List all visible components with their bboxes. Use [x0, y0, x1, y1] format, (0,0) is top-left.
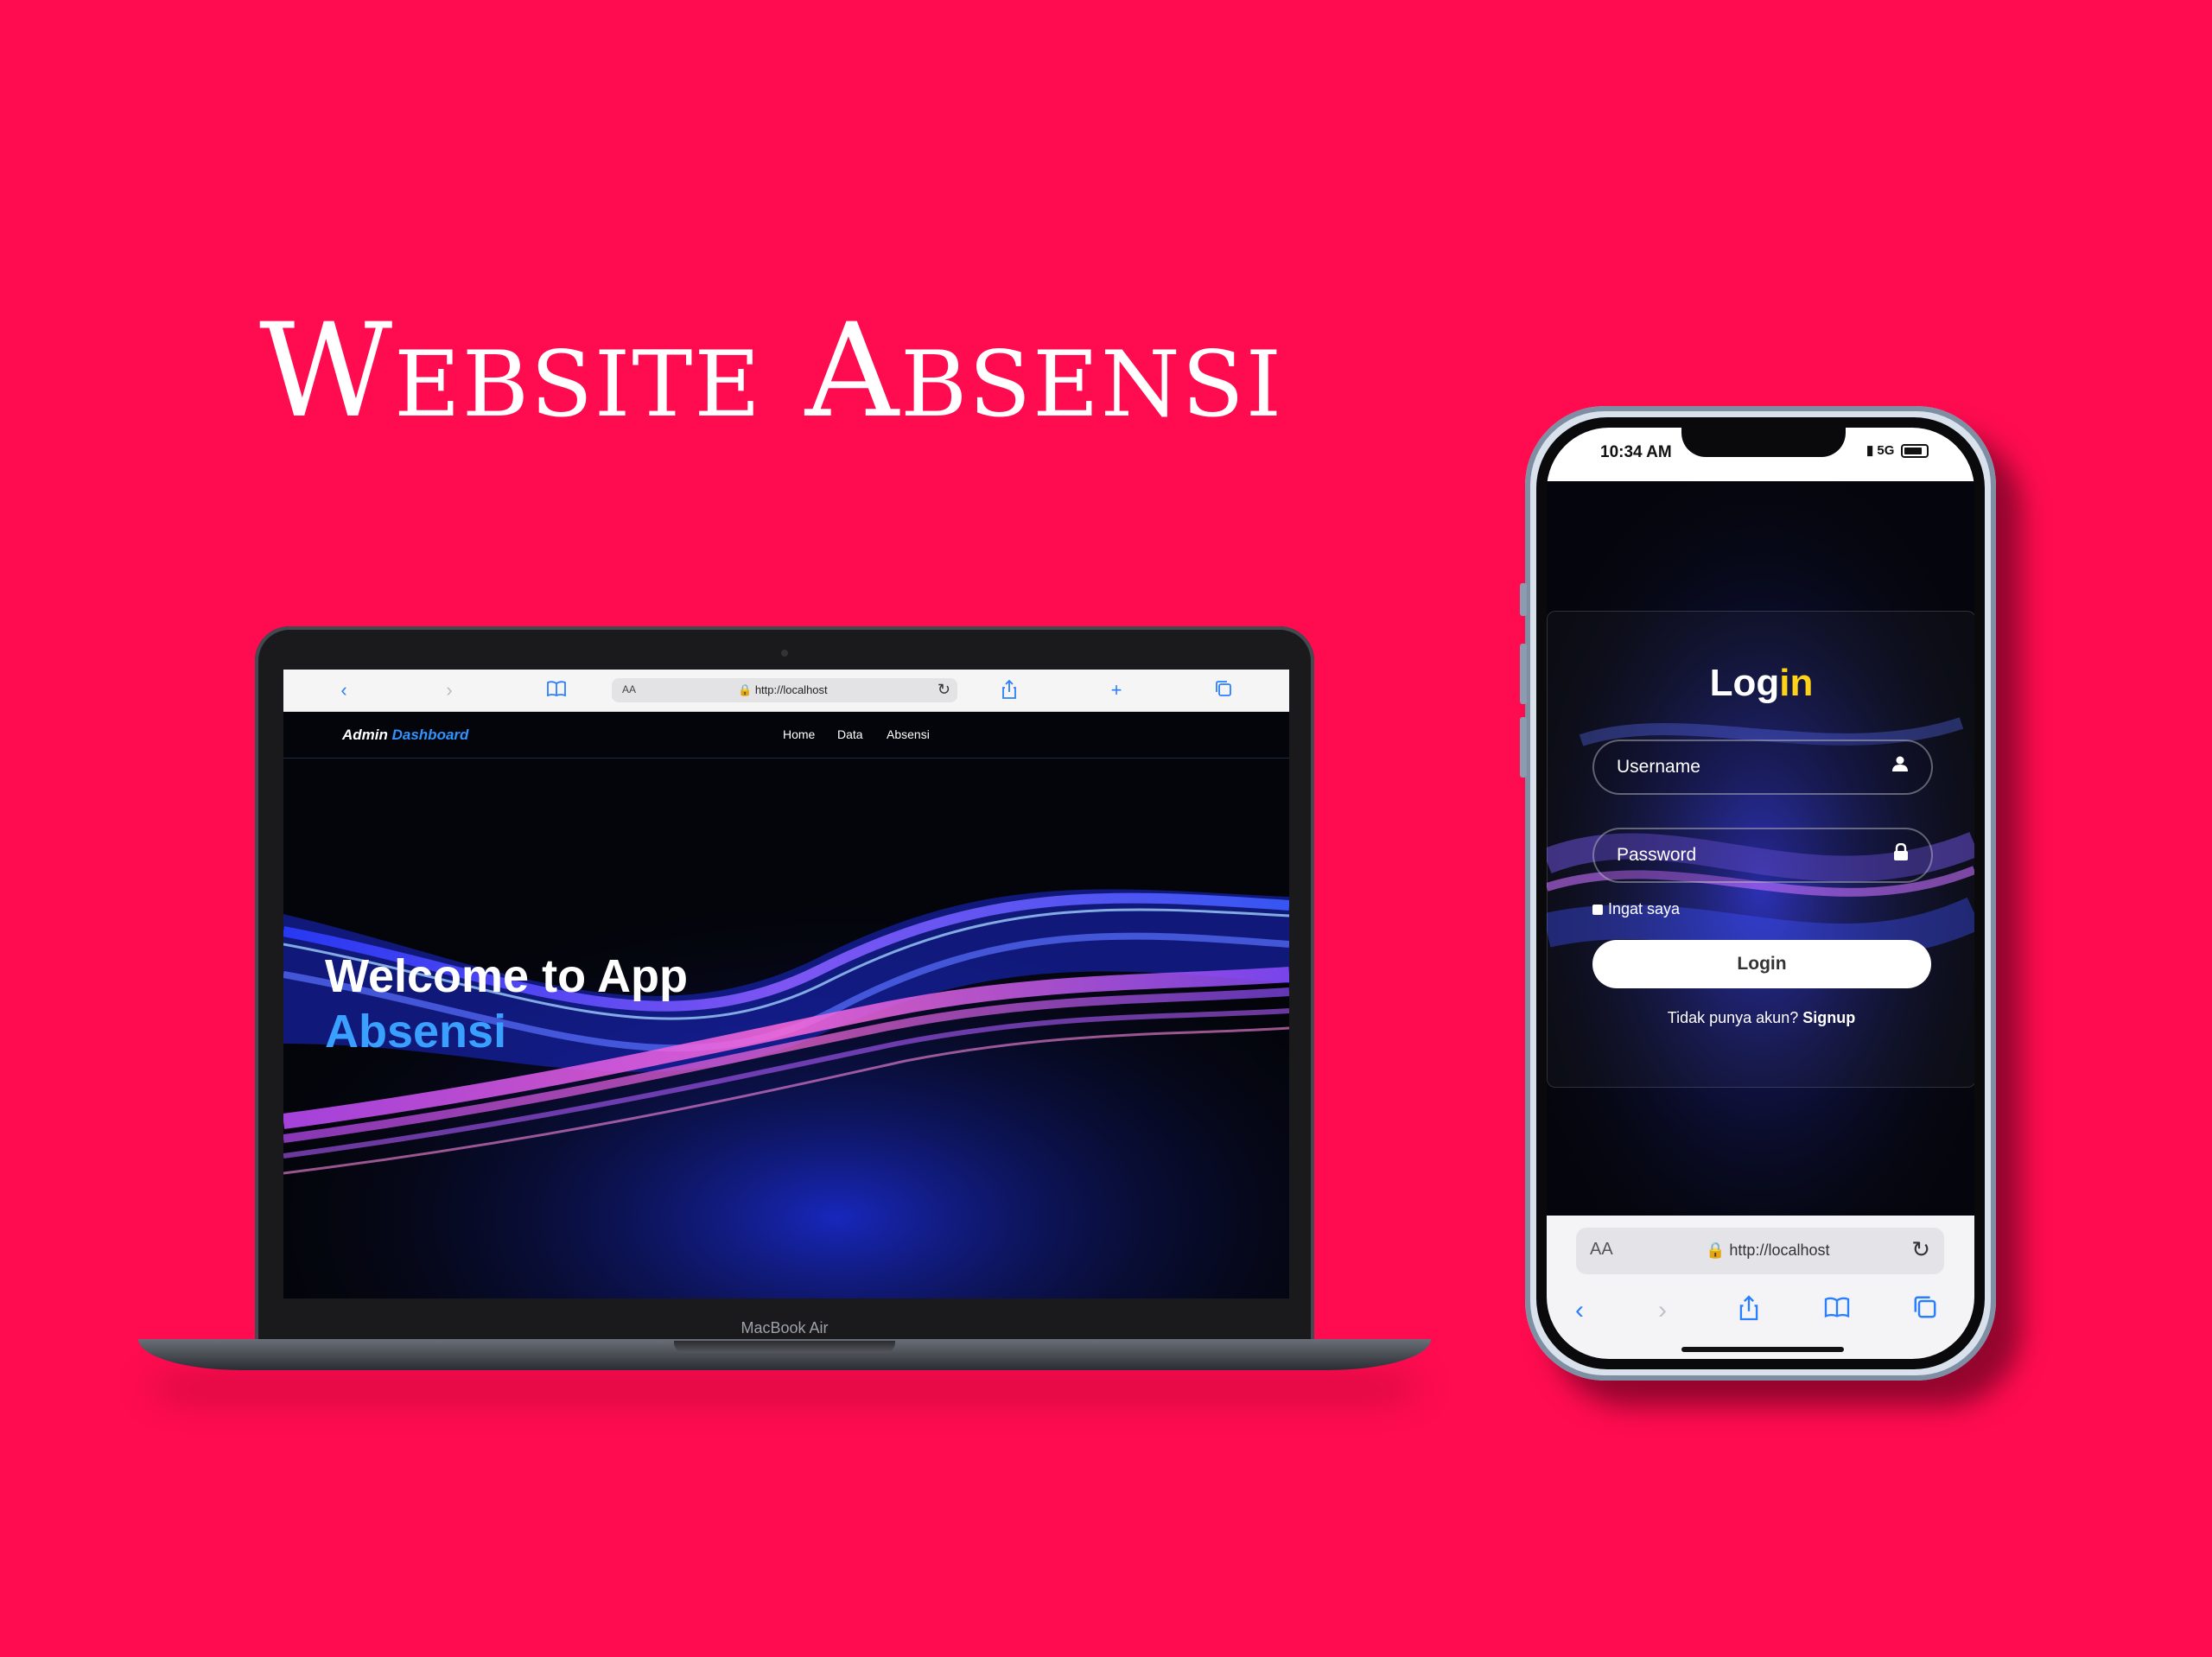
phone-tabs-icon[interactable] [1910, 1295, 1941, 1326]
brand-accent: Dashboard [391, 727, 469, 743]
phone-url-text: 🔒 http://localhost [1706, 1241, 1830, 1259]
text-size-button[interactable]: AA [622, 683, 636, 695]
back-icon[interactable]: ‹ [334, 680, 354, 701]
laptop-camera [781, 650, 788, 657]
signup-prompt-text: Tidak punya akun? [1667, 1009, 1803, 1026]
signup-link[interactable]: Signup [1802, 1009, 1855, 1026]
forward-icon[interactable]: › [439, 680, 460, 701]
login-page: Login Username Password Ingat saya Login… [1547, 481, 1974, 1216]
home-indicator[interactable] [1681, 1347, 1844, 1352]
login-card: Login Username Password Ingat saya Login… [1547, 611, 1974, 1088]
hero-subheading: Absensi [325, 1006, 507, 1057]
laptop-address-bar[interactable]: AA 🔒 http://localhost ↻ [612, 678, 957, 702]
phone-share-icon[interactable] [1733, 1295, 1764, 1326]
laptop-url-text: 🔒 http://localhost [738, 683, 828, 696]
laptop-browser-toolbar: ‹ › AA 🔒 http://localhost ↻ + [283, 670, 1289, 712]
phone-volume-down-button [1520, 717, 1527, 778]
remember-checkbox[interactable] [1592, 905, 1603, 916]
phone-browser-toolbar: AA 🔒 http://localhost ↻ ‹ › [1547, 1216, 1974, 1359]
tabs-icon[interactable] [1213, 680, 1234, 701]
login-title-accent: in [1779, 662, 1814, 704]
phone-text-size-button[interactable]: AA [1590, 1240, 1613, 1260]
laptop-screen: ‹ › AA 🔒 http://localhost ↻ + Admin Dash… [283, 670, 1289, 1298]
phone-notch [1681, 428, 1846, 457]
new-tab-icon[interactable]: + [1106, 680, 1127, 701]
laptop-navbar: Admin Dashboard Home Data Absensi [283, 711, 1289, 759]
brand-main: Admin [342, 727, 392, 743]
phone-side-button [1520, 583, 1527, 616]
login-title: Login [1548, 662, 1974, 705]
user-icon [1891, 755, 1909, 778]
status-time: 10:34 AM [1600, 443, 1672, 461]
reload-icon[interactable]: ↻ [938, 681, 950, 699]
username-input[interactable]: Username [1592, 740, 1933, 795]
laptop-model-label: MacBook Air [741, 1319, 829, 1336]
page-title: Website Absensi [259, 296, 1284, 447]
nav-absensi[interactable]: Absensi [887, 727, 930, 741]
brand-logo[interactable]: Admin Dashboard [342, 727, 468, 744]
login-title-main: Log [1709, 662, 1780, 704]
password-input[interactable]: Password [1592, 828, 1933, 883]
bookmarks-icon[interactable] [546, 680, 567, 701]
signup-prompt: Tidak punya akun? Signup [1548, 1009, 1974, 1027]
lock-icon [1893, 842, 1909, 866]
remember-me[interactable]: Ingat saya [1592, 900, 1680, 918]
phone-url: http://localhost [1729, 1241, 1830, 1259]
hero-heading: Welcome to App [325, 950, 689, 1002]
username-placeholder: Username [1617, 757, 1700, 777]
phone-back-icon[interactable]: ‹ [1564, 1295, 1595, 1326]
password-placeholder: Password [1617, 845, 1697, 865]
phone-screen: 10:34 AM ▮ 5G Login Username Password In… [1547, 428, 1974, 1359]
phone-reload-icon[interactable]: ↻ [1911, 1236, 1930, 1263]
remember-label: Ingat saya [1608, 900, 1681, 917]
battery-icon [1901, 444, 1929, 458]
share-icon[interactable] [999, 679, 1020, 701]
laptop-url: http://localhost [754, 683, 828, 696]
phone-volume-up-button [1520, 644, 1527, 704]
hero-section: Welcome to App Absensi [283, 759, 1289, 1298]
signal-icon: ▮ 5G [1866, 443, 1895, 458]
network-type: 5G [1877, 443, 1895, 458]
nav-data[interactable]: Data [837, 727, 863, 741]
phone-address-bar[interactable]: AA 🔒 http://localhost ↻ [1576, 1228, 1944, 1274]
phone-forward-icon[interactable]: › [1647, 1295, 1678, 1326]
phone-bookmarks-icon[interactable] [1821, 1295, 1853, 1326]
laptop-hinge-notch [674, 1341, 895, 1353]
login-button[interactable]: Login [1592, 940, 1931, 988]
nav-home[interactable]: Home [783, 727, 815, 741]
